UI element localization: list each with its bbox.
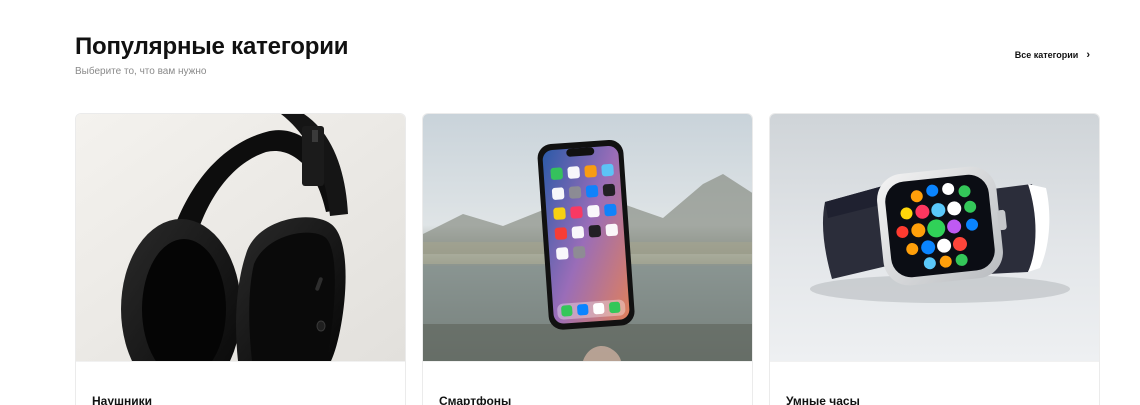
smartphone-photo (423, 114, 752, 361)
section-header: Популярные категории Выберите то, что ва… (75, 32, 349, 78)
category-label: Наушники (92, 394, 153, 405)
card-body: Наушники (76, 361, 405, 405)
smartwatch-photo (770, 114, 1099, 361)
headphones-image (76, 114, 405, 361)
smartphone-image (423, 114, 752, 361)
category-cards: Наушники Смартфоны Умные часы (75, 113, 1100, 405)
category-label: Смартфоны (439, 394, 512, 405)
category-label: Умные часы (786, 394, 860, 405)
smartwatch-image (770, 114, 1099, 361)
popular-categories-section: Популярные категории Выберите то, что ва… (0, 0, 1140, 405)
category-card-headphones[interactable]: Наушники (75, 113, 406, 405)
category-card-smartwatches[interactable]: Умные часы (769, 113, 1100, 405)
headphones-photo (76, 114, 405, 361)
category-card-smartphones[interactable]: Смартфоны (422, 113, 753, 405)
section-subtitle: Выберите то, что вам нужно (75, 66, 207, 77)
all-categories-link[interactable]: Все категории › (1014, 49, 1090, 61)
all-categories-label: Все категории (1014, 50, 1079, 60)
chevron-right-icon: › (1086, 49, 1090, 61)
section-title: Популярные категории (75, 33, 349, 60)
card-body: Смартфоны (423, 361, 752, 405)
card-body: Умные часы (770, 361, 1099, 405)
